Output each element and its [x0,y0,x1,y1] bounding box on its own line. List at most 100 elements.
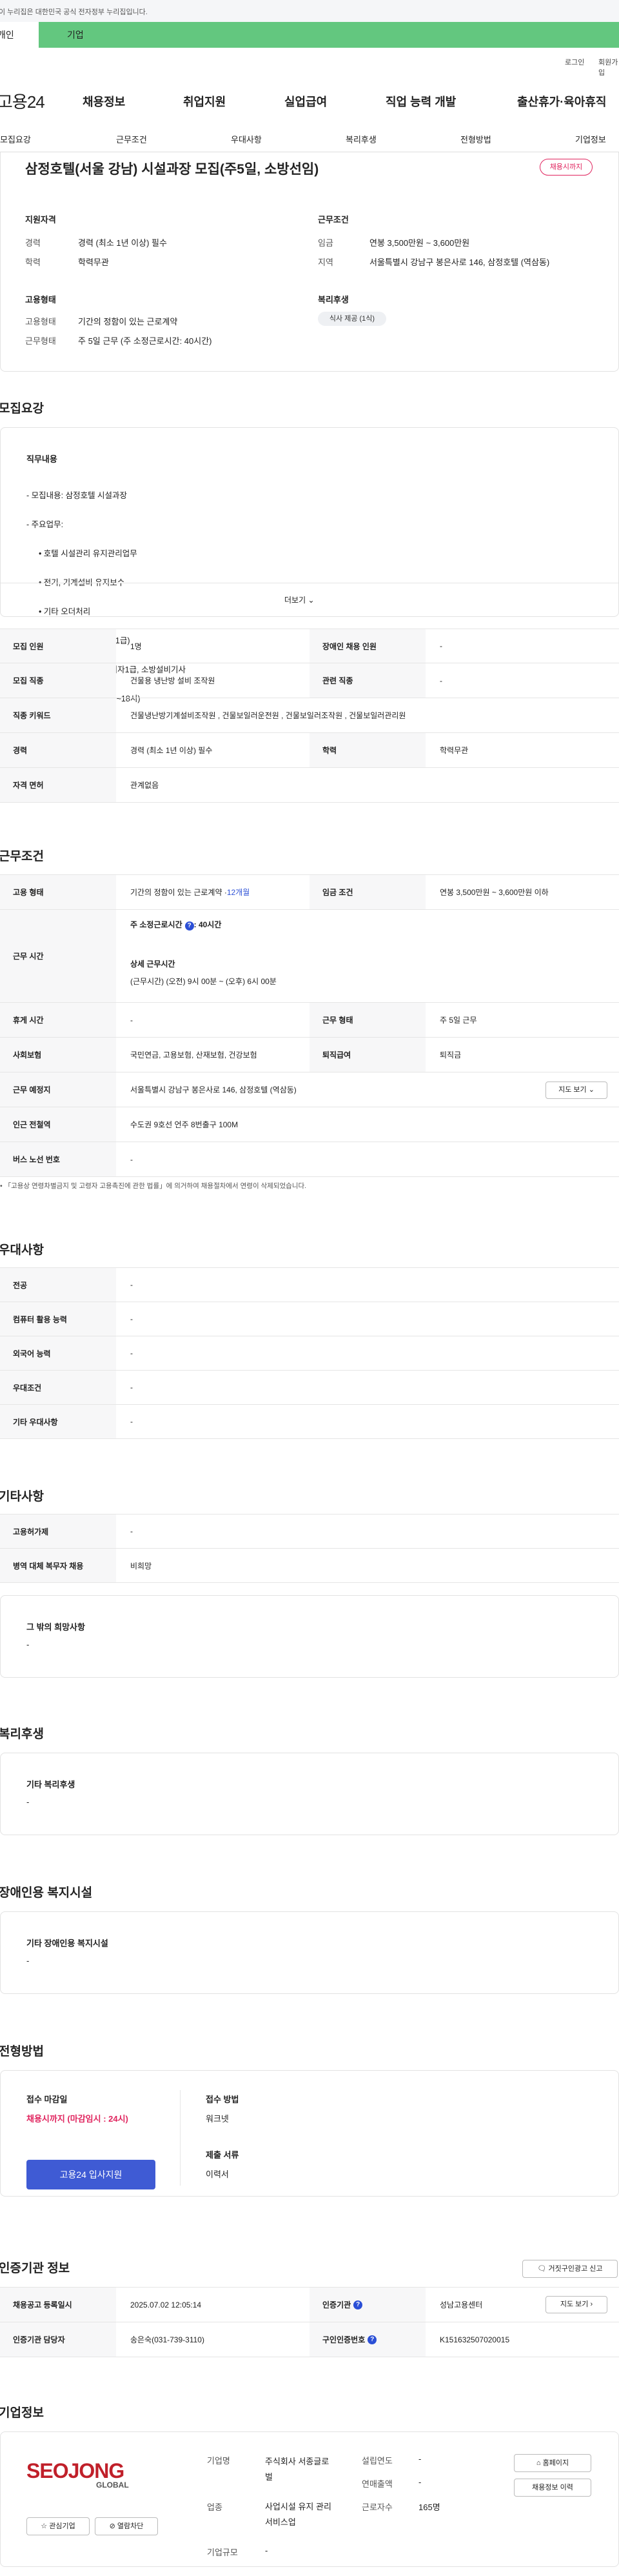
audience-tabs: 개인 기업 [0,22,619,48]
more-button[interactable]: 더보기 ⌄ [284,594,315,605]
subnav-company[interactable]: 기업정보 [575,133,606,145]
time-detail-title: 상세 근무시간 [130,960,175,969]
wage-label: 임금 [318,238,333,248]
company-name-value: 주식회사 서종글로벌 [265,2457,329,2482]
table-row: 기타 우대사항 - [0,1405,619,1439]
duty-title: 직무내용 [26,454,57,464]
table-header: 인증기관 담당자 [0,2322,116,2357]
table-row: 직종 키워드 건물냉난방기계설비조작원 , 건물보일러운전원 , 건물보일러조작… [0,698,619,733]
etc-section-title: 기타사항 [0,1490,44,1504]
table-header: 채용공고 등록일시 [0,2288,116,2322]
agency-section-title: 인증기관 정보 [0,2262,70,2275]
duty-card: 직무내용 - 모집내용: 삼정호텔 시설과장 - 주요업무: • 호텔 시설관리… [0,427,619,732]
table-row: 버스 노선 번호 - [0,1142,619,1177]
table-header: 전공 [0,1268,116,1302]
subnav-process[interactable]: 전형방법 [460,133,491,145]
nav-unemployment-benefit[interactable]: 실업급여 [284,93,327,110]
status-badge: 채용시까지 [540,159,593,176]
table-row: 인근 전철역 수도권 9호선 언주 8번출구 100M [0,1107,619,1142]
time-detail: (근무시간) (오전) 9시 00분 ~ (오후) 6시 00분 [130,977,277,986]
other-wish-title: 그 밖의 희망사항 [26,1622,85,1632]
block-icon: ⊘ [109,2522,115,2530]
table-cell: 학력무관 [440,746,469,755]
table-row: 사회보험 국민연금, 고용보험, 산재보험, 건강보험 퇴직급여 퇴직금 [0,1038,619,1072]
hours-value: 주 5일 근무 (주 소정근로시간: 40시간) [78,336,212,346]
hours-label: 근무형태 [25,336,56,346]
size-value: - [265,2546,268,2555]
nav-skills[interactable]: 직업 능력 개발 [386,93,456,110]
emp-type-label: 고용형태 [25,317,56,327]
table-row: 채용공고 등록일시 2025.07.02 12:05:14 인증기관? 성남고용… [0,2288,619,2322]
table-header: 휴게 시간 [0,1003,116,1037]
more-label: 더보기 [284,596,306,605]
table-cell: 1명 [130,641,142,651]
process-card: 접수 마감일 채용시까지 (마감임시 : 24시) 고용24 입사지원 접수 방… [0,2070,619,2197]
history-label: 채용정보 이력 [532,2484,573,2491]
apply-button[interactable]: 고용24 입사지원 [26,2160,155,2189]
favorite-button[interactable]: ☆ 관심기업 [26,2517,90,2535]
table-row: 고용 형태 기간의 정함이 있는 근로계약 · 12개월 임금 조건 연봉 3,… [0,875,619,910]
job-summary-card: 삼정호텔(서울 강남) 시설과장 모집(주5일, 소방선임) 채용시까지 지원자… [0,152,619,372]
table-header: 자격 면허 [0,768,116,802]
megaphone-icon: 🗨 [537,2265,547,2273]
info-icon[interactable]: ? [368,2335,377,2344]
table-row: 모집 직종 건물용 냉난방 설비 조작원 관련 직종 - [0,663,619,698]
site-logo[interactable]: 고용24 [0,89,45,113]
nav-employment-support[interactable]: 취업지원 [183,93,226,110]
table-cell: - [130,1417,133,1426]
table-cell: 관계없음 [130,781,159,790]
history-button[interactable]: 채용정보 이력 [514,2479,591,2497]
company-logo: SEOJONG GLOBAL [26,2459,155,2498]
preference-section-title: 우대사항 [0,1243,44,1257]
table-header: 인증기관? [310,2288,426,2322]
block-label: 열람차단 [117,2522,144,2530]
subnav-recruit[interactable]: 모집요강 [0,133,31,145]
table-cell: - [130,1314,133,1323]
table-row: 경력 경력 (최소 1년 이상) 필수 학력 학력무관 [0,733,619,768]
subnav-welfare[interactable]: 복리후생 [346,133,377,145]
welfare-box-value: - [26,1797,30,1807]
company-logo-main: SEOJONG [26,2459,124,2482]
disability-box-value: - [26,1956,30,1966]
map-button[interactable]: 지도 보기 ⌄ [545,1082,607,1099]
agency-map-button[interactable]: 지도 보기 › [545,2296,607,2313]
table-header: 고용허가제 [0,1514,116,1548]
map-button-label: 지도 보기 [558,1086,587,1094]
nav-jobs[interactable]: 채용정보 [83,93,125,110]
table-header: 직종 키워드 [0,698,116,732]
nav-parental-leave[interactable]: 출산휴가·육아휴직 [517,93,606,110]
table-cell: 성남고용센터 [440,2300,483,2309]
tab-corporate[interactable]: 기업 [39,22,619,48]
employees-label: 근로자수 [362,2502,393,2512]
table-cell: 주 5일 근무 [440,1016,477,1025]
table-header: 관련 직종 [310,663,426,698]
subnav-conditions[interactable]: 근무조건 [116,133,147,145]
homepage-button[interactable]: ⌂ 홈페이지 [514,2454,591,2472]
time-main-value: : 40시간 [193,920,222,929]
table-cell: 경력 (최소 1년 이상) 필수 [130,746,213,755]
table-header: 버스 노선 번호 [0,1142,116,1176]
table-cell: 건물용 냉난방 설비 조작원 [130,676,215,685]
region-label: 지역 [318,257,333,267]
size-label: 기업규모 [207,2548,238,2557]
table-header: 컴퓨터 활용 능력 [0,1302,116,1336]
table-row: 고용허가제 - [0,1514,619,1549]
company-card: SEOJONG GLOBAL ☆ 관심기업 ⊘ 열람차단 기업명 주식회사 서종… [0,2431,619,2567]
org-label: 인증기관 [322,2300,351,2309]
table-cell: - [130,1280,133,1289]
duty-line: • 기타 오더처리 [34,607,91,616]
welfare-box-title: 기타 복리후생 [26,1780,75,1789]
chevron-down-icon: ⌄ [588,1086,594,1094]
emp-title: 고용형태 [25,295,56,305]
conditions-section-title: 근무조건 [0,850,44,863]
subnav-preference[interactable]: 우대사항 [231,133,262,145]
report-button[interactable]: 🗨 거짓구인광고 신고 [522,2260,618,2278]
info-icon[interactable]: ? [184,921,194,931]
login-link[interactable]: 로그인 [565,57,584,67]
company-section-title: 기업정보 [0,2406,44,2420]
block-button[interactable]: ⊘ 열람차단 [95,2517,158,2535]
join-link[interactable]: 회원가입 [598,57,619,77]
info-icon[interactable]: ? [353,2300,363,2309]
tab-personal[interactable]: 개인 [0,22,39,48]
table-cell: 송은숙(031-739-3110) [130,2335,204,2344]
